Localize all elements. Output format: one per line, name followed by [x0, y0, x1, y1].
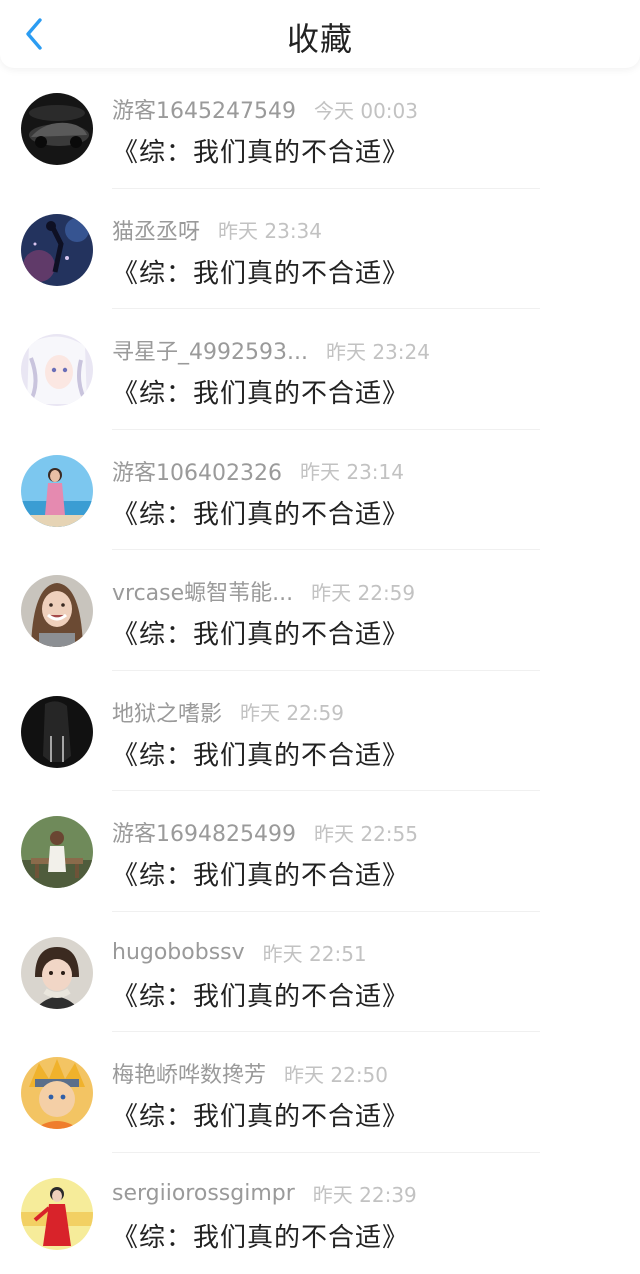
list-item[interactable]: 游客1645247549 今天 00:03 《综：我们真的不合适》 — [0, 68, 640, 189]
page-title: 收藏 — [286, 20, 353, 58]
timestamp: 昨天 22:59 — [240, 701, 345, 725]
list-item[interactable]: 地狱之嗜影 昨天 22:59 《综：我们真的不合适》 — [0, 671, 640, 791]
username[interactable]: 地狱之嗜影 — [112, 696, 222, 728]
list-item[interactable]: vrcase螈智苇能... 昨天 22:59 《综：我们真的不合适》 — [0, 550, 640, 671]
username[interactable]: 游客106402326 — [112, 455, 282, 487]
timestamp: 昨天 22:39 — [312, 1183, 417, 1207]
timestamp: 昨天 23:24 — [325, 339, 430, 364]
item-meta: 梅艳峤哗数搀芳 昨天 22:50 — [112, 1057, 389, 1089]
timestamp: 昨天 23:34 — [218, 219, 323, 243]
item-meta: 猫丞丞呀 昨天 23:34 — [112, 215, 322, 245]
timestamp: 昨天 22:59 — [311, 580, 416, 605]
list-item[interactable]: 梅艳峤哗数搀芳 昨天 22:50 《综：我们真的不合适》 — [0, 1032, 640, 1153]
username[interactable]: 游客1694825499 — [112, 816, 296, 848]
avatar[interactable] — [21, 334, 93, 406]
avatar[interactable] — [21, 1177, 93, 1250]
username[interactable]: 猫丞丞呀 — [112, 214, 200, 246]
item-meta: vrcase螈智苇能... 昨天 22:59 — [112, 575, 416, 607]
item-meta: hugobobssv 昨天 22:51 — [112, 938, 367, 968]
username[interactable]: sergiiorossgimpr — [112, 1181, 295, 1206]
item-meta: 游客1694825499 昨天 22:55 — [112, 816, 418, 848]
list-item[interactable]: hugobobssv 昨天 22:51 《综：我们真的不合适》 — [0, 912, 640, 1032]
list-item[interactable]: sergiiorossgimpr 昨天 22:39 《综：我们真的不合适》 — [0, 1153, 640, 1274]
favorites-list: 游客1645247549 今天 00:03 《综：我们真的不合适》 猫丞丞呀 昨… — [0, 68, 640, 1273]
book-title[interactable]: 《综：我们真的不合适》 — [112, 253, 409, 290]
book-title[interactable]: 《综：我们真的不合适》 — [112, 735, 409, 772]
avatar[interactable] — [21, 454, 93, 527]
item-meta: 游客1645247549 今天 00:03 — [112, 93, 418, 125]
item-meta: 地狱之嗜影 昨天 22:59 — [112, 697, 344, 727]
book-title[interactable]: 《综：我们真的不合适》 — [112, 132, 409, 169]
item-meta: 游客106402326 昨天 23:14 — [112, 456, 404, 486]
username[interactable]: 梅艳峤哗数搀芳 — [112, 1057, 266, 1089]
username[interactable]: 寻星子_4992593... — [112, 334, 308, 366]
book-title[interactable]: 《综：我们真的不合适》 — [112, 976, 409, 1013]
book-title[interactable]: 《综：我们真的不合适》 — [112, 373, 409, 410]
timestamp: 昨天 22:51 — [262, 942, 367, 966]
avatar[interactable] — [21, 1057, 93, 1129]
avatar[interactable] — [21, 575, 93, 647]
book-title[interactable]: 《综：我们真的不合适》 — [112, 614, 409, 651]
list-item[interactable]: 游客1694825499 昨天 22:55 《综：我们真的不合适》 — [0, 791, 640, 912]
username[interactable]: 游客1645247549 — [112, 93, 296, 125]
book-title[interactable]: 《综：我们真的不合适》 — [112, 1096, 409, 1133]
book-title[interactable]: 《综：我们真的不合适》 — [112, 1217, 409, 1254]
username[interactable]: hugobobssv — [112, 940, 245, 965]
username[interactable]: vrcase螈智苇能... — [112, 575, 293, 607]
avatar[interactable] — [21, 93, 93, 165]
avatar[interactable] — [21, 936, 93, 1009]
item-meta: sergiiorossgimpr 昨天 22:39 — [112, 1179, 417, 1209]
book-title[interactable]: 《综：我们真的不合适》 — [112, 855, 409, 892]
avatar[interactable] — [21, 816, 93, 888]
book-title[interactable]: 《综：我们真的不合适》 — [112, 494, 409, 531]
list-item[interactable]: 寻星子_4992593... 昨天 23:24 《综：我们真的不合适》 — [0, 309, 640, 430]
avatar[interactable] — [21, 695, 93, 768]
timestamp: 昨天 23:14 — [299, 460, 404, 484]
top-bar: 收藏 — [0, 0, 640, 68]
timestamp: 昨天 22:55 — [313, 821, 418, 846]
list-item[interactable]: 猫丞丞呀 昨天 23:34 《综：我们真的不合适》 — [0, 189, 640, 309]
timestamp: 今天 00:03 — [313, 98, 418, 123]
item-meta: 寻星子_4992593... 昨天 23:24 — [112, 334, 430, 366]
avatar[interactable] — [21, 213, 93, 286]
timestamp: 昨天 22:50 — [284, 1062, 389, 1087]
list-item[interactable]: 游客106402326 昨天 23:14 《综：我们真的不合适》 — [0, 430, 640, 550]
